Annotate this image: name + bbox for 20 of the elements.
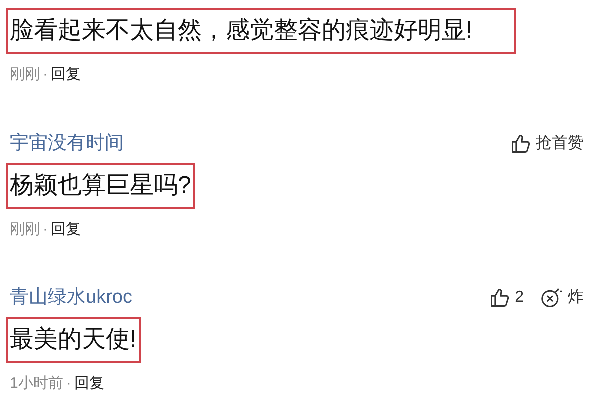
timestamp: 刚刚 — [10, 220, 40, 240]
reply-link[interactable]: 回复 — [74, 373, 104, 396]
username[interactable]: 宇宙没有时间 — [10, 130, 124, 156]
timestamp: 刚刚 — [10, 65, 40, 85]
like-button[interactable]: 抢首赞 — [510, 132, 584, 156]
bomb-icon — [540, 287, 564, 309]
timestamp: 1小时前 — [10, 374, 64, 394]
like-button[interactable]: 2 — [489, 286, 524, 310]
username[interactable]: 青山绿水ukroc — [10, 285, 132, 311]
reply-link[interactable]: 回复 — [51, 64, 81, 86]
separator-dot: · — [66, 374, 72, 394]
separator-dot: · — [43, 220, 48, 240]
comment-text: 杨颖也算巨星吗? — [6, 162, 196, 208]
comment-text: 脸看起来不太自然，感觉整容的痕迹好明显! — [6, 8, 516, 54]
thumbs-up-icon — [489, 287, 512, 309]
bomb-button[interactable]: 炸 — [540, 286, 584, 310]
thumbs-up-icon — [510, 132, 532, 154]
separator-dot: · — [43, 65, 48, 85]
reply-link[interactable]: 回复 — [51, 218, 81, 241]
comment-text: 最美的天使! — [6, 317, 141, 363]
